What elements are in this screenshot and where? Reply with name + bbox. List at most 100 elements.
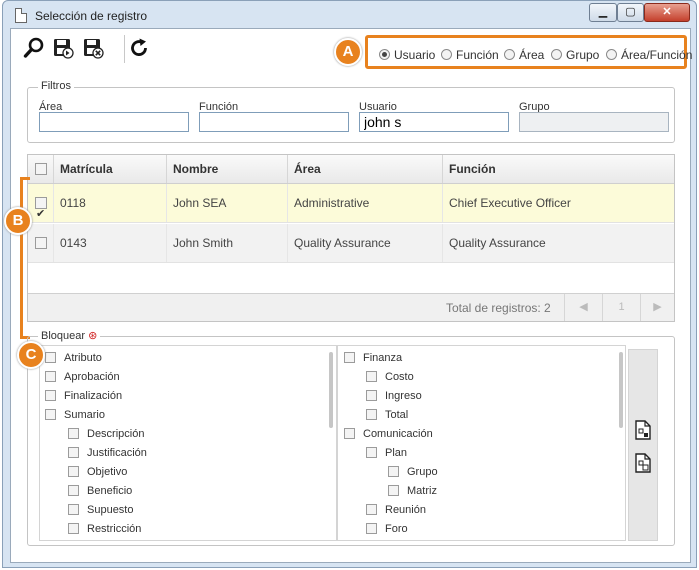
column-header-nombre[interactable]: Nombre (167, 155, 288, 183)
search-icon[interactable] (23, 37, 45, 59)
tree-label: Justificación (87, 447, 147, 459)
document-icon (15, 8, 27, 23)
tree-label: Sumario (64, 409, 105, 421)
prev-page-button[interactable]: ◀ (564, 294, 602, 321)
view-mode-radio-group: Usuario Función Área Grupo Área/Función (365, 35, 692, 69)
funcion-filter-input[interactable] (199, 112, 349, 132)
tree-item[interactable]: Costo (366, 371, 414, 383)
tree-checkbox[interactable] (366, 371, 377, 382)
tree-item[interactable]: Objetivo (68, 466, 127, 478)
check-all-icon[interactable] (634, 420, 652, 440)
tree-item[interactable]: Beneficio (68, 485, 132, 497)
tree-label: Finanza (363, 352, 403, 364)
select-all-checkbox[interactable] (35, 163, 47, 175)
row-checkbox[interactable] (35, 237, 47, 249)
radio-grupo[interactable]: Grupo (551, 48, 599, 62)
tree-label: Plan (385, 447, 408, 459)
radio-area[interactable]: Área (504, 48, 544, 62)
tree-checkbox[interactable] (68, 428, 79, 439)
tree-checkbox[interactable] (388, 466, 399, 477)
tree-item[interactable]: Descripción (68, 428, 144, 440)
tree-checkbox[interactable] (366, 523, 377, 534)
area-filter-input[interactable] (39, 112, 189, 132)
tree-item[interactable]: Sumario (45, 409, 105, 421)
tree-checkbox[interactable] (45, 409, 56, 420)
radio-usuario[interactable]: Usuario (379, 48, 435, 62)
tree-checkbox[interactable] (68, 466, 79, 477)
window-title: Selección de registro (35, 9, 148, 23)
tree-checkbox[interactable] (388, 485, 399, 496)
tree-label: Aprobación (64, 371, 120, 383)
tree-label: Comunicación (363, 428, 433, 440)
tree-checkbox[interactable] (68, 504, 79, 515)
save-close-icon[interactable] (82, 37, 104, 59)
cell-area: Quality Assurance (288, 224, 443, 262)
tree-item[interactable]: Ingreso (366, 390, 422, 402)
tree-checkbox[interactable] (366, 409, 377, 420)
tree-item[interactable]: Atributo (45, 352, 102, 364)
row-select-cell (28, 224, 54, 262)
tree-label: Grupo (407, 466, 438, 478)
tree-checkbox[interactable] (45, 352, 56, 363)
tree-checkbox[interactable] (45, 390, 56, 401)
tree-checkbox[interactable] (366, 447, 377, 458)
bloquear-tree-left: Atributo Aprobación Finalización Sumario… (39, 345, 337, 541)
tree-checkbox[interactable] (68, 447, 79, 458)
column-header-funcion[interactable]: Función (443, 155, 674, 183)
records-grid: Matrícula Nombre Área Función 0118 John … (27, 154, 675, 322)
tree-item[interactable]: Foro (366, 523, 408, 535)
tree-label: Atributo (64, 352, 102, 364)
tree-item[interactable]: Reunión (366, 504, 426, 516)
close-button[interactable]: ✕ (644, 3, 690, 22)
tree-checkbox[interactable] (366, 504, 377, 515)
tree-item[interactable]: Finalización (45, 390, 122, 402)
table-row[interactable]: 0118 John SEA Administrative Chief Execu… (28, 184, 674, 223)
radio-dot (504, 49, 515, 60)
tree-checkbox[interactable] (68, 485, 79, 496)
radio-label: Área/Función (621, 48, 693, 62)
maximize-button[interactable]: ▢ (617, 3, 644, 22)
tree-item[interactable]: Plan (366, 447, 407, 459)
tree-checkbox[interactable] (344, 428, 355, 439)
dialog-body: Usuario Función Área Grupo Área/Función … (10, 28, 692, 563)
left-tree-scrollbar[interactable] (329, 352, 333, 428)
row-checkbox[interactable] (35, 195, 47, 222)
title-bar: Selección de registro ▁ ▢ ✕ (3, 1, 696, 31)
save-icon[interactable] (52, 37, 74, 59)
tree-item[interactable]: Justificación (68, 447, 147, 459)
grid-header: Matrícula Nombre Área Función (28, 155, 674, 184)
tree-item[interactable]: Restricción (68, 523, 141, 535)
right-tree-scrollbar[interactable] (619, 352, 623, 428)
callout-badge-c: C (17, 341, 45, 369)
cell-nombre: John SEA (167, 184, 288, 222)
tree-checkbox[interactable] (68, 523, 79, 534)
bloquear-legend: Bloquear ⊛ (38, 329, 101, 342)
tree-item[interactable]: Aprobación (45, 371, 120, 383)
tree-checkbox[interactable] (366, 390, 377, 401)
tree-item[interactable]: Grupo (388, 466, 438, 478)
minimize-button[interactable]: ▁ (589, 3, 617, 22)
cell-matricula: 0118 (54, 184, 167, 222)
table-row[interactable]: 0143 John Smith Quality Assurance Qualit… (28, 224, 674, 263)
radio-dot (441, 49, 452, 60)
tree-item[interactable]: Supuesto (68, 504, 133, 516)
next-page-button[interactable]: ▶ (640, 294, 674, 321)
column-header-matricula[interactable]: Matrícula (54, 155, 167, 183)
selection-window: Selección de registro ▁ ▢ ✕ Usuario Func… (2, 0, 697, 568)
radio-area-funcion[interactable]: Área/Función (606, 48, 692, 62)
cell-area: Administrative (288, 184, 443, 222)
radio-funcion[interactable]: Función (441, 48, 499, 62)
tree-item[interactable]: Total (366, 409, 408, 421)
tree-label: Reunión (385, 504, 426, 516)
tree-item[interactable]: Finanza (344, 352, 402, 364)
uncheck-all-icon[interactable] (634, 453, 652, 473)
column-header-area[interactable]: Área (288, 155, 443, 183)
tree-item[interactable]: Comunicación (344, 428, 433, 440)
tree-checkbox[interactable] (344, 352, 355, 363)
usuario-filter-input[interactable] (359, 112, 509, 132)
refresh-icon[interactable] (128, 37, 150, 59)
tree-label: Foro (385, 523, 408, 535)
callout-badge-a: A (334, 38, 362, 66)
tree-item[interactable]: Matriz (388, 485, 437, 497)
tree-checkbox[interactable] (45, 371, 56, 382)
